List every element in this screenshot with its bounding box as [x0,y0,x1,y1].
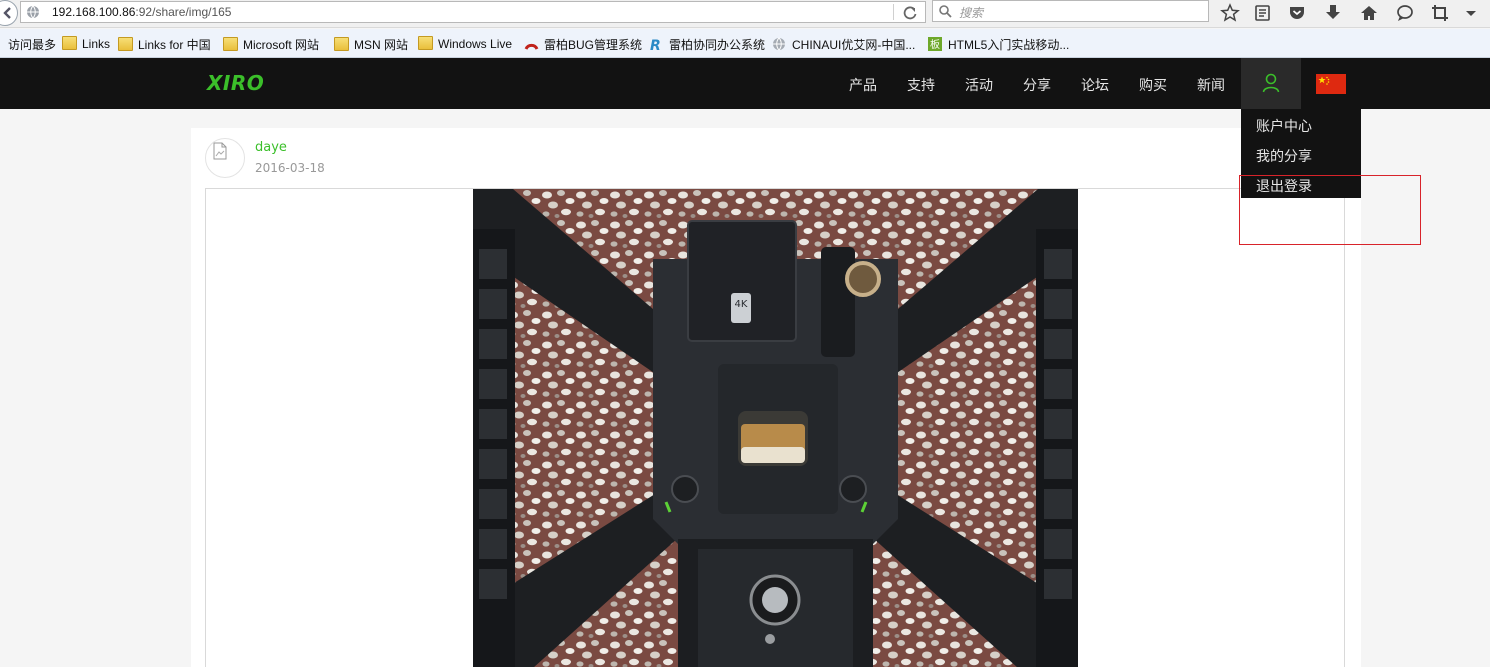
bookmark-item[interactable]: Microsoft 网站 [223,36,319,52]
photo-frame: 4K [205,188,1345,667]
chat-icon[interactable] [1395,3,1415,23]
bookmark-label: CHINAUI优艾网-中国... [792,38,916,52]
post-author[interactable]: daye [255,140,287,155]
bookmark-label: 雷柏协同办公系统 [669,38,766,52]
menu-item-account-center[interactable]: 账户中心 [1256,116,1312,136]
svg-text:板: 板 [930,38,940,51]
bookmark-star-icon[interactable] [1220,3,1240,23]
china-flag-icon[interactable] [1316,74,1346,94]
download-icon[interactable] [1323,3,1343,23]
folder-icon [334,37,349,51]
bookmark-label: Links for 中国 [138,38,211,52]
bookmark-item[interactable]: Links for 中国 [118,36,211,52]
nav-item-share[interactable]: 分享 [1023,75,1051,95]
search-icon [939,5,952,18]
url-divider [893,4,894,20]
flag-stars-icon [1318,76,1330,85]
folder-icon [223,37,238,51]
menu-dropdown-icon[interactable] [1461,3,1481,23]
nav-item-forum[interactable]: 论坛 [1081,75,1109,95]
svg-text:R: R [650,38,661,51]
folder-icon [118,37,133,51]
url-host: 192.168.100.86 [52,5,136,19]
bug-tracker-icon [524,43,539,50]
bookmark-label: HTML5入门实战移动... [948,38,1070,52]
nav-item-buy[interactable]: 购买 [1139,75,1167,95]
menu-item-my-shares[interactable]: 我的分享 [1256,146,1312,166]
nav-item-events[interactable]: 活动 [965,75,993,95]
camera-badge-text: 4K [735,299,748,310]
bookmark-item[interactable]: R 雷柏协同办公系统 [649,36,765,52]
bookmark-item[interactable]: CHINAUI优艾网-中国... [772,36,915,52]
back-button[interactable] [0,0,18,26]
back-arrow-icon [3,7,11,19]
pocket-icon[interactable] [1287,3,1307,23]
site-icon: 板 [928,37,942,51]
drone-photo[interactable]: 4K [473,189,1078,667]
share-post-card: daye 2016-03-18 4K [191,128,1361,667]
bookmark-item[interactable]: Links [62,36,110,52]
annotation-highlight-box [1239,175,1421,245]
bookmark-item[interactable]: MSN 网站 [334,36,408,52]
bookmark-item[interactable]: 访问最多 [8,36,56,52]
globe-icon [27,5,39,19]
search-placeholder: 搜索 [959,6,984,20]
drone-photo-illustration: 4K [473,189,1078,667]
bookmark-label: Windows Live [438,37,513,51]
bookmark-label: Links [82,37,111,51]
nav-item-products[interactable]: 产品 [849,75,877,95]
bookmark-label: Microsoft 网站 [243,38,320,52]
screenshot-crop-icon[interactable] [1430,3,1450,23]
nav-item-support[interactable]: 支持 [907,75,935,95]
user-icon [1262,73,1280,93]
office-system-icon: R [650,38,661,51]
url-text[interactable]: 192.168.100.86:92/share/img/165 [52,5,231,19]
bookmark-item[interactable]: 板 HTML5入门实战移动... [928,36,1069,52]
globe-icon [773,37,785,51]
folder-icon [418,36,433,50]
site-logo[interactable]: XIRO [207,71,264,95]
browser-toolbar: 192.168.100.86:92/share/img/165 搜索 [0,0,1490,28]
home-icon[interactable] [1359,3,1379,23]
bookmark-label: 雷柏BUG管理系统 [544,38,643,52]
search-bar[interactable]: 搜索 [932,0,1209,22]
address-bar[interactable]: 192.168.100.86:92/share/img/165 [20,1,926,23]
reading-list-icon[interactable] [1253,3,1273,23]
site-header: XIRO 产品 支持 活动 分享 论坛 购买 新闻 [0,58,1490,109]
folder-icon [62,36,77,50]
bookmark-label: 访问最多 [8,38,57,52]
bookmark-label: MSN 网站 [354,38,409,52]
nav-item-news[interactable]: 新闻 [1197,75,1225,95]
post-date: 2016-03-18 [255,161,325,175]
reload-icon[interactable] [901,4,919,22]
url-path: :92/share/img/165 [135,5,232,19]
bookmark-item[interactable]: Windows Live [418,36,512,52]
broken-image-icon [213,142,227,160]
avatar[interactable] [205,138,245,178]
user-account-button[interactable] [1241,58,1301,109]
bookmark-item[interactable]: 雷柏BUG管理系统 [524,36,642,52]
bookmarks-bar: 访问最多 Links Links for 中国 Microsoft 网站 MSN… [0,29,1490,58]
